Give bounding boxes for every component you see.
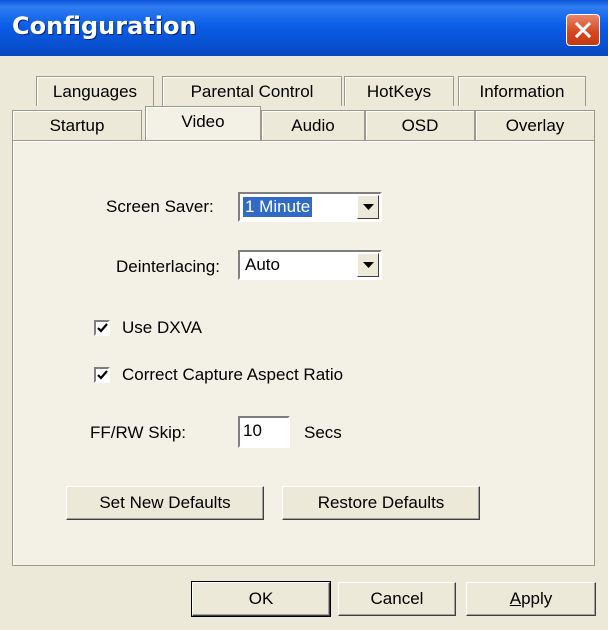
chevron-down-icon xyxy=(363,204,374,210)
correct-aspect-label[interactable]: Correct Capture Aspect Ratio xyxy=(122,365,343,385)
check-icon xyxy=(97,323,108,333)
deinterlacing-value: Auto xyxy=(245,255,280,274)
chevron-down-icon xyxy=(363,262,374,268)
screen-saver-value: 1 Minute xyxy=(241,196,314,218)
tab-overlay[interactable]: Overlay xyxy=(475,110,595,140)
window-title: Configuration xyxy=(12,12,197,40)
deinterlacing-dropdown-button[interactable] xyxy=(357,253,379,277)
ok-button[interactable]: OK xyxy=(191,581,331,617)
apply-mnemonic: A xyxy=(509,589,522,608)
correct-aspect-checkbox[interactable] xyxy=(94,367,110,383)
set-new-defaults-button[interactable]: Set New Defaults xyxy=(66,486,264,520)
tab-audio[interactable]: Audio xyxy=(261,110,365,140)
restore-defaults-button[interactable]: Restore Defaults xyxy=(282,486,480,520)
close-icon xyxy=(574,21,592,39)
tab-parental-control[interactable]: Parental Control xyxy=(162,76,342,106)
apply-label: pply xyxy=(521,589,553,608)
tab-information[interactable]: Information xyxy=(458,76,586,106)
skip-label: FF/RW Skip: xyxy=(90,423,187,442)
use-dxva-checkbox[interactable] xyxy=(94,320,110,336)
tab-hotkeys[interactable]: HotKeys xyxy=(344,76,454,106)
dialog-body: Languages Parental Control HotKeys Infor… xyxy=(0,56,608,630)
deinterlacing-select[interactable]: Auto xyxy=(238,250,382,280)
check-icon xyxy=(97,370,108,380)
tab-languages[interactable]: Languages xyxy=(36,76,154,106)
cancel-button[interactable]: Cancel xyxy=(338,582,456,616)
screen-saver-dropdown-button[interactable] xyxy=(357,195,379,219)
tab-video[interactable]: Video xyxy=(145,106,261,140)
screen-saver-select[interactable]: 1 Minute xyxy=(238,192,382,222)
tab-startup[interactable]: Startup xyxy=(12,110,142,140)
skip-unit-label: Secs xyxy=(304,423,342,442)
skip-input[interactable]: 10 xyxy=(238,416,290,448)
tab-osd[interactable]: OSD xyxy=(365,110,475,140)
close-button[interactable] xyxy=(566,14,600,46)
title-bar[interactable]: Configuration xyxy=(0,0,608,56)
screen-saver-label: Screen Saver: xyxy=(106,197,214,216)
apply-button[interactable]: Apply xyxy=(466,582,596,616)
use-dxva-label[interactable]: Use DXVA xyxy=(122,318,202,338)
deinterlacing-label: Deinterlacing: xyxy=(116,257,220,276)
